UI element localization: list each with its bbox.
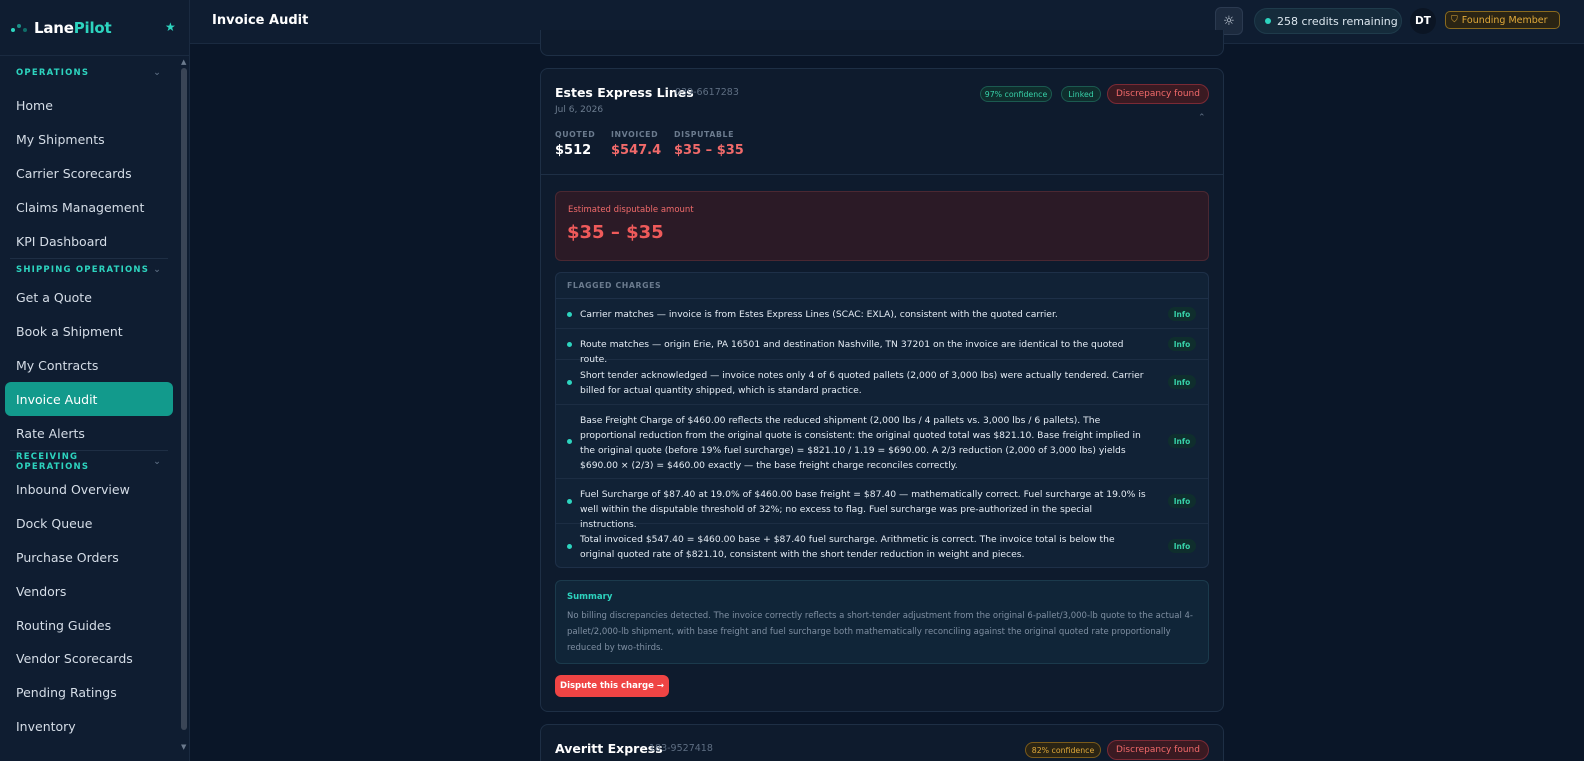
confidence-badge: 82% confidence: [1025, 742, 1101, 758]
estimated-disputable-box: Estimated disputable amount $35 – $35: [555, 191, 1209, 261]
invoiced-label: INVOICED: [611, 130, 659, 139]
carrier-name: Averitt Express: [555, 741, 663, 756]
badge-icon: ⛉: [1451, 15, 1458, 25]
sidebar-item-carrier-scorecards[interactable]: Carrier Scorecards: [5, 157, 173, 191]
invoice-date: Jul 6, 2026: [555, 105, 604, 115]
disputable-label: DISPUTABLE: [674, 130, 735, 139]
info-tag: Info: [1168, 337, 1196, 351]
dispute-charge-button[interactable]: Dispute this charge →: [555, 675, 669, 697]
bullet-icon: [567, 439, 572, 444]
flagged-charges-title: FLAGGED CHARGES: [556, 273, 1208, 299]
summary-text: No billing discrepancies detected. The i…: [567, 611, 1193, 653]
quoted-value: $512: [555, 143, 592, 158]
scroll-down-icon[interactable]: ▼: [181, 743, 186, 751]
sidebar-item-purchase-orders[interactable]: Purchase Orders: [5, 541, 173, 575]
sidebar-item-rate-alerts[interactable]: Rate Alerts: [5, 416, 173, 450]
sun-icon: ☼: [1223, 13, 1235, 29]
sidebar-item-inbound-overview[interactable]: Inbound Overview: [5, 473, 173, 507]
brand[interactable]: LanePilot: [0, 0, 189, 56]
info-tag: Info: [1168, 434, 1196, 448]
avatar[interactable]: DT: [1410, 8, 1436, 34]
invoiced-value: $547.4: [611, 143, 662, 158]
sidebar-item-vendors[interactable]: Vendors: [5, 574, 173, 608]
sidebar-nav: OPERATIONS ⌄ Home My Shipments Carrier Sc…: [0, 62, 178, 743]
sidebar-item-my-contracts[interactable]: My Contracts: [5, 349, 173, 383]
flag-row: Base Freight Charge of $460.00 reflects …: [556, 405, 1208, 479]
pro-number: 183-9527418: [649, 743, 713, 754]
bullet-icon: [567, 499, 572, 504]
flag-row: Carrier matches — invoice is from Estes …: [556, 299, 1208, 329]
sidebar-item-invoice-audit[interactable]: Invoice Audit: [5, 382, 173, 417]
chevron-down-icon: ⌄: [153, 456, 162, 467]
flag-row: Fuel Surcharge of $87.40 at 19.0% of $46…: [556, 479, 1208, 530]
sidebar-item-kpi-dashboard[interactable]: KPI Dashboard: [5, 224, 173, 258]
lanepilot-logo-icon: [10, 21, 30, 35]
invoice-card-averitt[interactable]: Averitt Express 183-9527418 82% confiden…: [540, 724, 1224, 761]
sidebar-item-home[interactable]: Home: [5, 89, 173, 123]
summary-title: Summary: [567, 592, 613, 602]
status-badge: Discrepancy found: [1107, 84, 1209, 104]
estimated-disputable-label: Estimated disputable amount: [568, 205, 694, 215]
flag-row: Short tender acknowledged — invoice note…: [556, 360, 1208, 405]
bullet-icon: [567, 342, 572, 347]
brand-name: LanePilot: [34, 18, 112, 37]
status-dot-icon: [1265, 18, 1271, 24]
chevron-up-icon[interactable]: ⌃: [1198, 113, 1206, 123]
estimated-disputable-value: $35 – $35: [567, 222, 664, 243]
page-title: Invoice Audit: [212, 13, 309, 28]
flagged-charges: FLAGGED CHARGES Carrier matches — invoic…: [555, 272, 1209, 568]
info-tag: Info: [1168, 494, 1196, 508]
summary-box: Summary No billing discrepancies detecte…: [555, 580, 1209, 664]
member-badge[interactable]: ⛉ Founding Member: [1445, 11, 1560, 29]
sidebar-item-inventory[interactable]: Inventory: [5, 710, 173, 744]
section-receiving-operations[interactable]: RECEIVING OPERATIONS ⌄: [0, 451, 178, 473]
status-badge: Discrepancy found: [1107, 740, 1209, 760]
bullet-icon: [567, 380, 572, 385]
sidebar-item-dock-queue[interactable]: Dock Queue: [5, 507, 173, 541]
invoice-card-header[interactable]: Estes Express Lines 039-6617283 Jul 6, 2…: [541, 69, 1223, 175]
credits-badge[interactable]: 258 credits remaining: [1254, 8, 1402, 34]
section-operations[interactable]: OPERATIONS ⌄: [0, 62, 178, 84]
pro-number: 039-6617283: [675, 87, 739, 98]
sidebar-item-claims-management[interactable]: Claims Management: [5, 190, 173, 224]
scroll-up-icon[interactable]: ▲: [181, 58, 186, 66]
sidebar: LanePilot ★ OPERATIONS ⌄ Home My Shipment…: [0, 0, 190, 761]
info-tag: Info: [1168, 375, 1196, 389]
disputable-value: $35 – $35: [674, 143, 744, 158]
sidebar-item-my-shipments[interactable]: My Shipments: [5, 123, 173, 157]
sidebar-item-get-a-quote[interactable]: Get a Quote: [5, 281, 173, 315]
quoted-label: QUOTED: [555, 130, 596, 139]
info-tag: Info: [1168, 307, 1196, 321]
sidebar-item-book-a-shipment[interactable]: Book a Shipment: [5, 315, 173, 349]
linked-badge: Linked: [1061, 86, 1101, 102]
sidebar-item-routing-guides[interactable]: Routing Guides: [5, 608, 173, 642]
chevron-down-icon: ⌄: [153, 68, 162, 78]
scrollbar-thumb[interactable]: [181, 68, 187, 730]
bullet-icon: [567, 544, 572, 549]
bullet-icon: [567, 312, 572, 317]
confidence-badge: 97% confidence: [980, 86, 1052, 102]
sidebar-item-vendor-scorecards[interactable]: Vendor Scorecards: [5, 642, 173, 676]
flag-row: Route matches — origin Erie, PA 16501 an…: [556, 329, 1208, 365]
info-tag: Info: [1168, 539, 1196, 553]
flag-row: Total invoiced $547.40 = $460.00 base + …: [556, 524, 1208, 567]
sidebar-scrollbar[interactable]: ▲ ▼: [181, 58, 187, 758]
star-icon[interactable]: ★: [165, 20, 176, 34]
invoice-card: Estes Express Lines 039-6617283 Jul 6, 2…: [540, 68, 1224, 712]
carrier-name: Estes Express Lines: [555, 85, 694, 100]
section-shipping-operations[interactable]: SHIPPING OPERATIONS ⌄: [0, 259, 178, 281]
previous-invoice-card: [540, 30, 1224, 56]
chevron-down-icon: ⌄: [153, 264, 162, 275]
sidebar-item-pending-ratings[interactable]: Pending Ratings: [5, 676, 173, 710]
